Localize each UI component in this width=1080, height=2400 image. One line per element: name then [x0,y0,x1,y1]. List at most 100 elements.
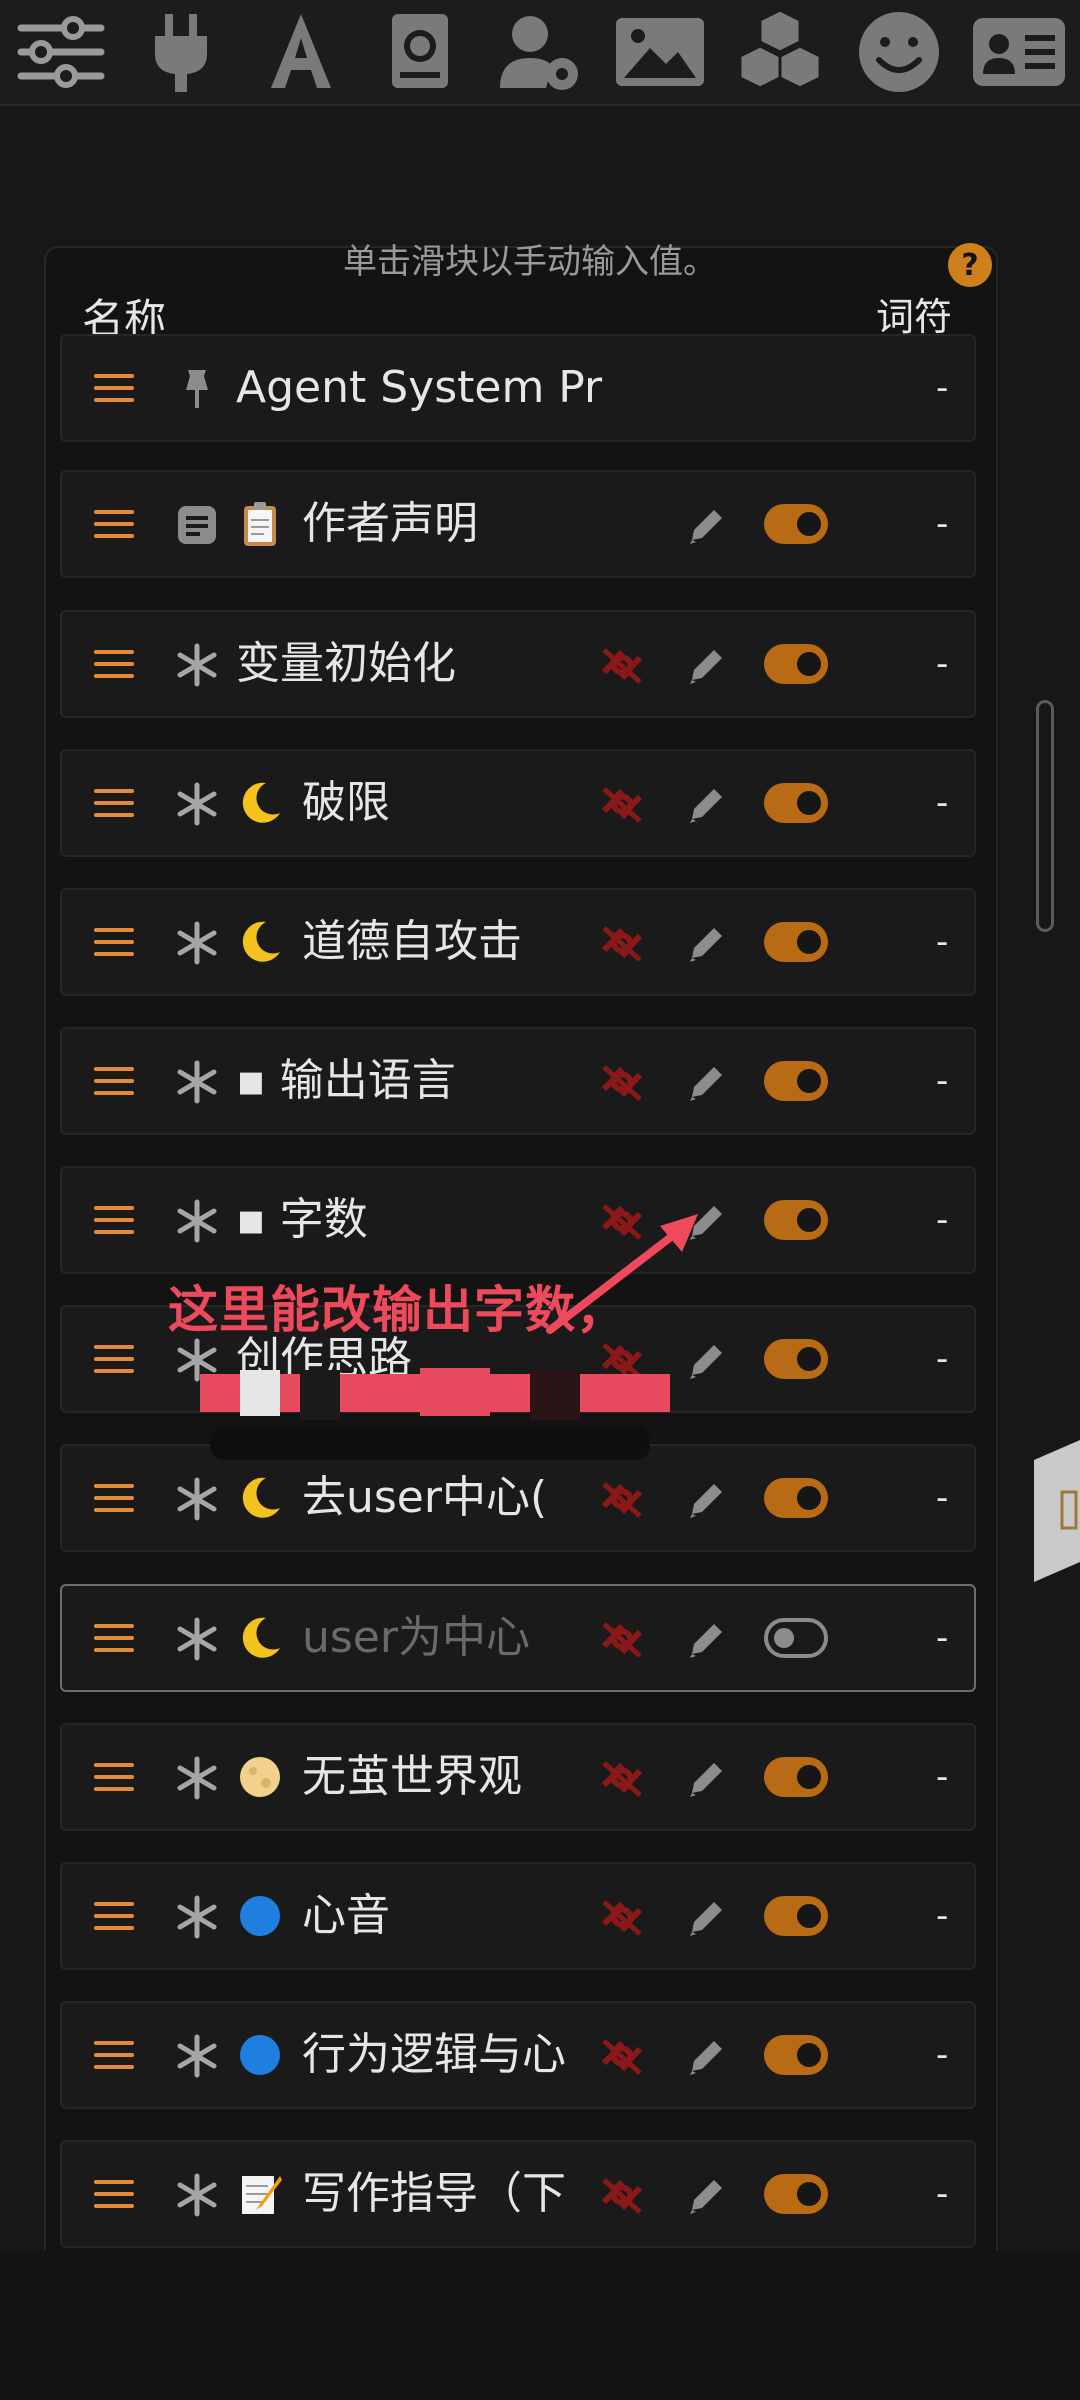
prompt-row[interactable]: 心音 - [60,1862,976,1970]
unlink-icon[interactable] [596,781,648,827]
unlink-icon[interactable] [596,1755,648,1801]
moon-emoji-icon [236,918,302,966]
prompt-name[interactable]: Agent System Pr [236,336,636,440]
enable-toggle[interactable] [764,922,828,962]
enable-toggle[interactable] [764,1618,828,1658]
clipboard-emoji-icon [236,500,302,548]
drag-handle-icon[interactable] [94,920,134,964]
asterisk-icon [174,1476,220,1522]
unlink-icon[interactable] [596,1059,648,1105]
pencil-edit-icon[interactable] [684,1616,730,1662]
pencil-edit-icon[interactable] [684,2172,730,2218]
asterisk-icon [174,2033,220,2079]
token-count: - [936,1339,949,1379]
drag-handle-icon[interactable] [94,2172,134,2216]
drag-handle-icon[interactable] [94,1894,134,1938]
prompt-row[interactable]: 变量初始化 - [60,610,976,718]
prompt-row[interactable]: 破限 - [60,749,976,857]
enable-toggle[interactable] [764,504,828,544]
font-icon[interactable] [246,4,356,100]
moon-emoji-icon [236,779,302,827]
drag-handle-icon[interactable] [94,1337,134,1381]
unlink-icon[interactable] [596,642,648,688]
enable-toggle[interactable] [764,1200,828,1240]
enable-toggle[interactable] [764,1757,828,1797]
prompt-row[interactable]: 道德自攻击 - [60,888,976,996]
asterisk-icon [174,2172,220,2218]
prompt-name[interactable]: 行为逻辑与心 [236,2003,636,2107]
pencil-edit-icon[interactable] [684,1476,730,1522]
unlink-icon[interactable] [596,2172,648,2218]
help-button[interactable]: ? [948,243,992,287]
prompt-row[interactable]: ▪ 输出语言 - [60,1027,976,1135]
prompt-name-text: 道德自攻击 [302,916,522,967]
drag-handle-icon[interactable] [94,1198,134,1242]
pencil-edit-icon[interactable] [684,1059,730,1105]
unlink-icon[interactable] [596,1616,648,1662]
pencil-edit-icon[interactable] [684,1755,730,1801]
prompt-name[interactable]: 写作指导（下 [236,2142,636,2246]
pencil-edit-icon[interactable] [684,781,730,827]
prompt-name[interactable]: ▪ 输出语言 [236,1029,636,1133]
scrollbar[interactable] [1036,700,1054,932]
prompt-name-text: 作者声明 [302,498,478,549]
prompt-row[interactable]: 无茧世界观 - [60,1723,976,1831]
drag-handle-icon[interactable] [94,1755,134,1799]
pencil-edit-icon[interactable] [684,920,730,966]
prompt-name-text: ▪ 输出语言 [236,1055,456,1106]
pencil-edit-icon[interactable] [684,2033,730,2079]
pencil-edit-icon[interactable] [684,1894,730,1940]
plug-icon[interactable] [126,4,236,100]
prompt-row[interactable]: Agent System Pr - [60,334,976,442]
prompt-name[interactable]: 作者声明 [236,472,636,576]
drag-handle-icon[interactable] [94,502,134,546]
image-icon[interactable] [605,4,715,100]
pencil-edit-icon[interactable] [684,642,730,688]
side-drawer-tab[interactable] [1034,1440,1080,1582]
drag-handle-icon[interactable] [94,1616,134,1660]
asterisk-icon [174,920,220,966]
asterisk-icon [174,1059,220,1105]
fullmoon-emoji-icon [236,1753,302,1801]
column-header-tokens: 词符 [876,295,953,339]
prompt-name[interactable]: 无茧世界观 [236,1725,636,1829]
drag-handle-icon[interactable] [94,1059,134,1103]
drag-handle-icon[interactable] [94,366,134,410]
enable-toggle[interactable] [764,1339,828,1379]
asterisk-icon [174,1755,220,1801]
prompt-row[interactable]: 作者声明 - [60,470,976,578]
cubes-icon[interactable] [725,4,835,100]
enable-toggle[interactable] [764,783,828,823]
unlink-icon[interactable] [596,1476,648,1522]
id-card-icon[interactable] [964,4,1074,100]
drag-handle-icon[interactable] [94,642,134,686]
unlink-icon[interactable] [596,2033,648,2079]
prompt-name[interactable]: user为中心 [236,1586,636,1690]
token-count: - [936,1200,949,1240]
enable-toggle[interactable] [764,1061,828,1101]
enable-toggle[interactable] [764,1478,828,1518]
prompt-row[interactable]: 写作指导（下 - [60,2140,976,2248]
prompt-row[interactable]: 行为逻辑与心 - [60,2001,976,2109]
user-settings-icon[interactable] [485,4,595,100]
prompt-name-text: 写作指导（下 [302,2168,566,2219]
prompt-row[interactable]: ▪ 字数 - [60,1166,976,1274]
prompt-row[interactable]: user为中心 - [60,1584,976,1692]
book-icon[interactable] [365,4,475,100]
drag-handle-icon[interactable] [94,2033,134,2077]
enable-toggle[interactable] [764,2035,828,2075]
drag-handle-icon[interactable] [94,1476,134,1520]
unlink-icon[interactable] [596,1894,648,1940]
prompt-name[interactable]: 道德自攻击 [236,890,636,994]
enable-toggle[interactable] [764,2174,828,2214]
sliders-icon[interactable] [6,4,116,100]
pencil-edit-icon[interactable] [684,502,730,548]
enable-toggle[interactable] [764,1896,828,1936]
prompt-name[interactable]: 心音 [236,1864,636,1968]
unlink-icon[interactable] [596,920,648,966]
enable-toggle[interactable] [764,644,828,684]
prompt-name[interactable]: 变量初始化 [236,612,636,716]
smiley-icon[interactable] [844,4,954,100]
prompt-name[interactable]: 破限 [236,751,636,855]
drag-handle-icon[interactable] [94,781,134,825]
